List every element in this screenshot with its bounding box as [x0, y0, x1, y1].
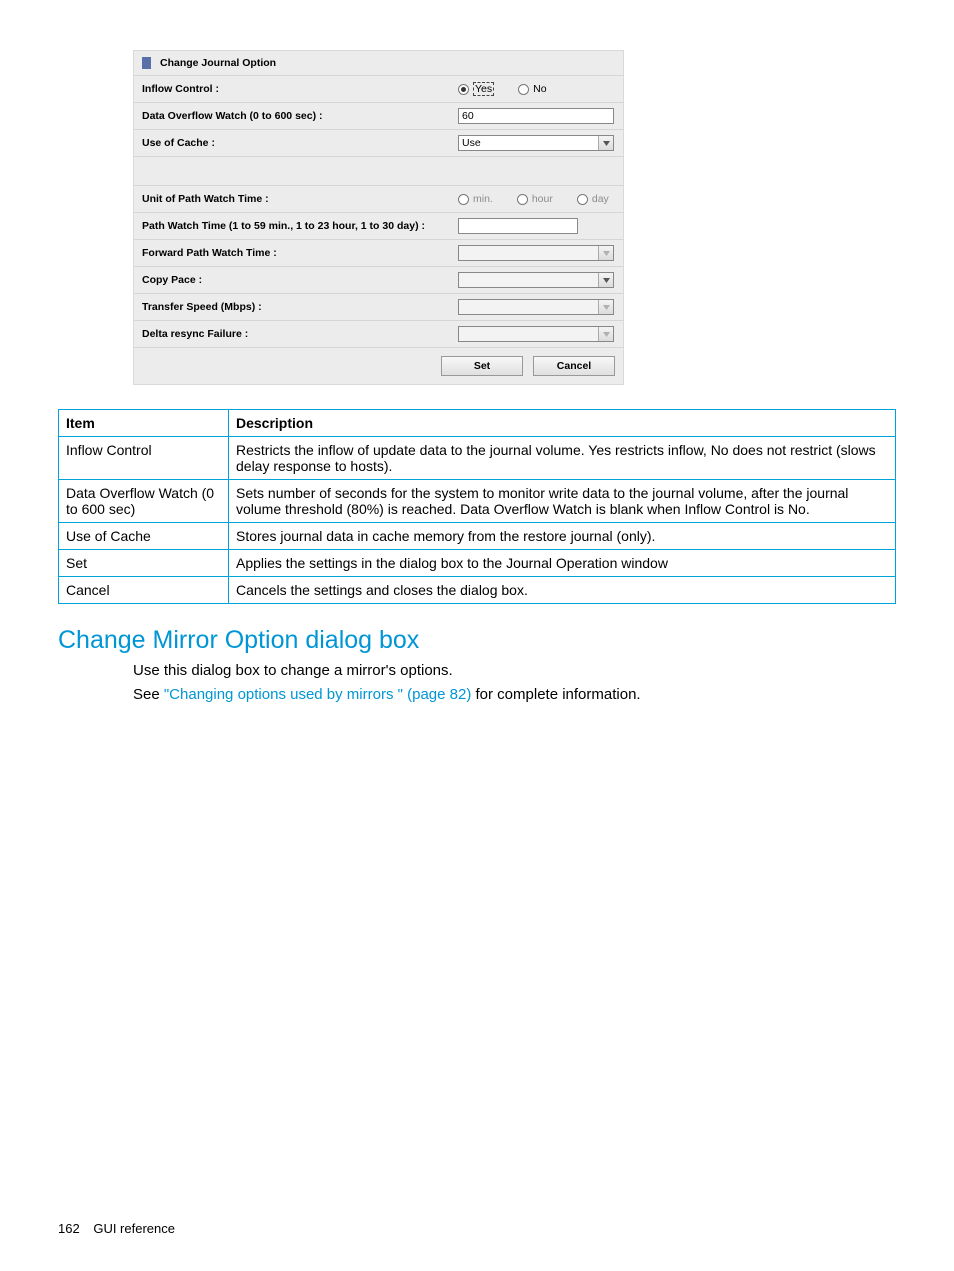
th-desc: Description	[229, 410, 896, 437]
label-transfer-speed: Transfer Speed (Mbps) :	[142, 301, 458, 313]
see-prefix: See	[133, 686, 164, 703]
radio-inflow-no[interactable]: No	[518, 83, 546, 95]
row-transfer-speed: Transfer Speed (Mbps) :	[134, 294, 623, 321]
label-data-overflow: Data Overflow Watch (0 to 600 sec) :	[142, 110, 458, 122]
row-data-overflow: Data Overflow Watch (0 to 600 sec) :	[134, 103, 623, 130]
dialog-title: Change Journal Option	[160, 57, 276, 69]
radio-label-yes: Yes	[473, 82, 494, 96]
th-item: Item	[59, 410, 229, 437]
label-path-watch-time: Path Watch Time (1 to 59 min., 1 to 23 h…	[142, 220, 458, 232]
section-para-1: Use this dialog box to change a mirror's…	[133, 661, 896, 681]
section-heading: Change Mirror Option dialog box	[58, 626, 896, 655]
chevron-down-icon	[598, 300, 613, 314]
page-number: 162	[58, 1221, 80, 1236]
change-journal-option-dialog: Change Journal Option Inflow Control : Y…	[133, 50, 624, 385]
row-forward-path-watch: Forward Path Watch Time :	[134, 240, 623, 267]
chevron-down-icon	[598, 246, 613, 260]
td-item: Set	[59, 550, 229, 577]
select-delta-resync[interactable]	[458, 326, 614, 342]
row-inflow-control: Inflow Control : Yes No	[134, 76, 623, 103]
table-row: Cancel Cancels the settings and closes t…	[59, 577, 896, 604]
link-changing-options[interactable]: "Changing options used by mirrors " (pag…	[164, 686, 471, 703]
td-desc: Cancels the settings and closes the dial…	[229, 577, 896, 604]
radio-selected-icon	[458, 84, 469, 95]
table-header-row: Item Description	[59, 410, 896, 437]
td-item: Data Overflow Watch (0 to 600 sec)	[59, 480, 229, 523]
label-inflow-control: Inflow Control :	[142, 83, 458, 95]
radio-unselected-icon	[517, 194, 528, 205]
radio-unselected-icon	[518, 84, 529, 95]
select-use-of-cache[interactable]: Use	[458, 135, 614, 151]
radio-label-min: min.	[473, 193, 493, 205]
table-row: Use of Cache Stores journal data in cach…	[59, 523, 896, 550]
select-value: Use	[462, 137, 481, 149]
row-use-of-cache: Use of Cache : Use	[134, 130, 623, 157]
cancel-button[interactable]: Cancel	[533, 356, 615, 376]
input-path-watch-time[interactable]	[458, 218, 578, 234]
page-footer: 162 GUI reference	[58, 1221, 175, 1236]
td-item: Cancel	[59, 577, 229, 604]
table-row: Inflow Control Restricts the inflow of u…	[59, 437, 896, 480]
select-transfer-speed[interactable]	[458, 299, 614, 315]
radio-unit-hour[interactable]: hour	[517, 193, 553, 205]
radio-inflow-yes[interactable]: Yes	[458, 82, 494, 96]
row-delta-resync: Delta resync Failure :	[134, 321, 623, 348]
dialog-footer: Set Cancel	[134, 348, 623, 384]
label-use-of-cache: Use of Cache :	[142, 137, 458, 149]
dialog-header: Change Journal Option	[134, 51, 623, 76]
radio-unselected-icon	[577, 194, 588, 205]
section-para-2: See "Changing options used by mirrors " …	[133, 685, 896, 705]
chevron-down-icon	[598, 327, 613, 341]
dialog-spacer	[134, 157, 623, 186]
header-decor-icon	[142, 57, 151, 69]
row-path-watch-time: Path Watch Time (1 to 59 min., 1 to 23 h…	[134, 213, 623, 240]
description-table: Item Description Inflow Control Restrict…	[58, 409, 896, 604]
td-desc: Applies the settings in the dialog box t…	[229, 550, 896, 577]
radio-unit-day[interactable]: day	[577, 193, 609, 205]
radio-unit-min[interactable]: min.	[458, 193, 493, 205]
chevron-down-icon	[598, 273, 613, 287]
chevron-down-icon	[598, 136, 613, 150]
set-button[interactable]: Set	[441, 356, 523, 376]
label-unit-path-watch: Unit of Path Watch Time :	[142, 193, 458, 205]
td-item: Use of Cache	[59, 523, 229, 550]
see-suffix: for complete information.	[471, 686, 640, 703]
table-row: Set Applies the settings in the dialog b…	[59, 550, 896, 577]
row-copy-pace: Copy Pace :	[134, 267, 623, 294]
radio-unselected-icon	[458, 194, 469, 205]
label-forward-path-watch: Forward Path Watch Time :	[142, 247, 458, 259]
select-copy-pace[interactable]	[458, 272, 614, 288]
table-row: Data Overflow Watch (0 to 600 sec) Sets …	[59, 480, 896, 523]
radio-label-no: No	[533, 83, 546, 95]
row-unit-path-watch: Unit of Path Watch Time : min. hour day	[134, 186, 623, 213]
td-item: Inflow Control	[59, 437, 229, 480]
input-data-overflow[interactable]	[458, 108, 614, 124]
radio-label-day: day	[592, 193, 609, 205]
td-desc: Stores journal data in cache memory from…	[229, 523, 896, 550]
footer-text: GUI reference	[93, 1221, 175, 1236]
radio-label-hour: hour	[532, 193, 553, 205]
select-forward-path-watch[interactable]	[458, 245, 614, 261]
label-delta-resync: Delta resync Failure :	[142, 328, 458, 340]
td-desc: Sets number of seconds for the system to…	[229, 480, 896, 523]
td-desc: Restricts the inflow of update data to t…	[229, 437, 896, 480]
label-copy-pace: Copy Pace :	[142, 274, 458, 286]
